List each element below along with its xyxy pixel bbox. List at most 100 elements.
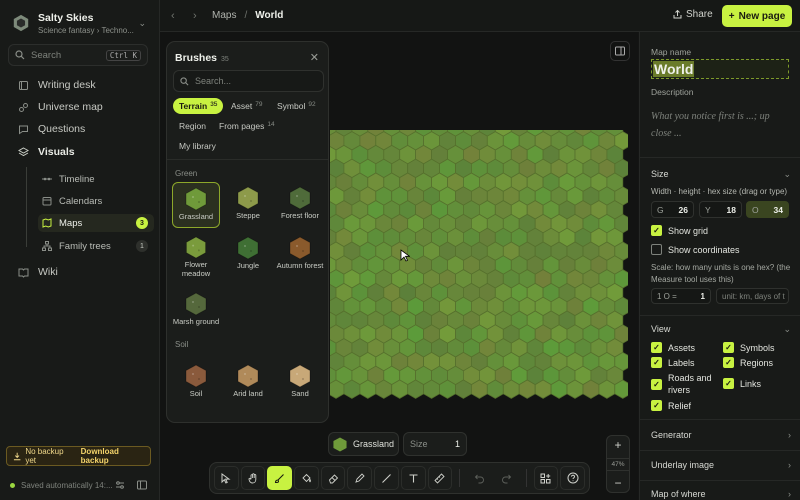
tab-region[interactable]: Region [173, 118, 212, 134]
pen-tool-button[interactable] [347, 466, 373, 490]
brush-tool-button[interactable] [267, 466, 293, 490]
show-coordinates-checkbox[interactable]: Show coordinates [651, 244, 740, 255]
labels-checkbox[interactable]: ✓ Labels [651, 357, 695, 368]
show-grid-checkbox[interactable]: ✓ Show grid [651, 225, 708, 236]
map-of-where-section-header[interactable]: Map of where › [651, 489, 791, 499]
sidebar-item-universe-map[interactable]: Universe map [8, 97, 154, 117]
height-input[interactable]: Y 18 [699, 201, 742, 218]
links-checkbox[interactable]: ✓ Links [723, 378, 761, 389]
roads-rivers-checkbox[interactable]: ✓ Roads and rivers [651, 372, 721, 396]
breadcrumb-current: World [255, 10, 284, 21]
breadcrumb-maps[interactable]: Maps [212, 10, 236, 21]
download-backup-link[interactable]: Download backup [81, 447, 144, 465]
hex-map[interactable] [330, 130, 628, 406]
assets-label: Assets [668, 342, 696, 353]
brush-tile-flower-meadow[interactable]: Flower meadow [172, 232, 220, 278]
line-tool-button[interactable] [374, 466, 399, 490]
brush-tile-autumn-forest[interactable]: Autumn forest [276, 232, 324, 278]
zoom-out-button[interactable]: − [614, 477, 621, 489]
brush-tile-label: Flower meadow [181, 260, 211, 278]
hex-cell[interactable] [518, 379, 536, 399]
current-brush[interactable]: Grassland [328, 432, 399, 456]
map-name-field[interactable]: World [651, 59, 789, 79]
view-section-header[interactable]: View ⌄ [651, 324, 791, 335]
brush-tile-jungle[interactable]: Jungle [224, 232, 272, 278]
tab-from-pages[interactable]: From pages 14 [213, 118, 281, 134]
hex-cell[interactable] [343, 379, 361, 399]
unit-input[interactable]: unit: km, days of t [716, 288, 789, 304]
description-field[interactable]: What you notice first is ...; up close .… [651, 108, 791, 142]
width-value: 26 [678, 204, 688, 215]
assets-checkbox[interactable]: ✓ Assets [651, 342, 695, 353]
line-icon [382, 473, 391, 483]
sidebar-item-visuals[interactable]: Visuals [8, 142, 154, 162]
hex-cell[interactable] [486, 379, 504, 399]
redo-button[interactable] [494, 466, 519, 490]
symbols-checkbox[interactable]: ✓ Symbols [723, 342, 775, 353]
collapse-sidebar-icon[interactable] [137, 480, 147, 490]
toolbar-divider [459, 469, 461, 487]
scale-input[interactable]: 1 O = 1 [651, 288, 711, 304]
regions-checkbox[interactable]: ✓ Regions [723, 357, 773, 368]
sidebar-item-calendars[interactable]: Calendars [38, 192, 154, 210]
close-icon[interactable]: ✕ [310, 51, 319, 64]
relief-checkbox[interactable]: ✓ Relief [651, 400, 691, 411]
check-icon: ✓ [723, 342, 734, 353]
hex-size-input[interactable]: O 34 [746, 201, 789, 218]
sidebar-item-maps[interactable]: Maps 3 [38, 214, 154, 232]
tab-symbol[interactable]: Symbol 92 [271, 98, 322, 114]
zoom-in-button[interactable]: + [614, 439, 621, 451]
help-button[interactable] [560, 466, 585, 490]
undo-button[interactable] [467, 466, 492, 490]
pan-tool-button[interactable] [240, 466, 266, 490]
forward-arrow-icon[interactable]: › [193, 10, 197, 22]
map-icon [42, 218, 54, 228]
brush-tile-sand[interactable]: Sand [276, 360, 324, 406]
brush-tile-forest-floor[interactable]: Forest floor [276, 182, 324, 228]
brush-tile-marsh-ground[interactable]: Marsh ground [172, 288, 220, 334]
add-widget-button[interactable] [533, 466, 559, 490]
tab-terrain[interactable]: Terrain 35 [173, 98, 224, 114]
workspace-switcher[interactable]: Salty Skies Science fantasy › Techno... … [8, 8, 150, 38]
hex-cell[interactable] [391, 379, 409, 399]
tab-asset[interactable]: Asset 79 [225, 98, 269, 114]
grid-plus-icon [540, 473, 551, 483]
search-placeholder: Search [31, 49, 62, 61]
plus-icon: + [728, 10, 735, 22]
sliders-icon[interactable] [115, 480, 125, 490]
generator-section-header[interactable]: Generator › [651, 430, 791, 440]
size-section-header[interactable]: Size ⌄ [651, 169, 791, 180]
sidebar-item-questions[interactable]: Questions [8, 119, 154, 139]
sidebar-item-writing-desk[interactable]: Writing desk [8, 75, 154, 95]
fill-tool-button[interactable] [294, 466, 319, 490]
sidebar-search[interactable]: Search Ctrl K [8, 44, 148, 66]
back-arrow-icon[interactable]: ‹ [171, 10, 175, 22]
sidebar-footer-icons [115, 480, 147, 490]
hex-cell[interactable] [566, 379, 584, 399]
brush-tile-steppe[interactable]: Steppe [224, 182, 272, 228]
brush-tile-grassland[interactable]: Grassland [172, 182, 220, 228]
chevron-right-icon: › [788, 460, 791, 470]
brush-search-input[interactable]: Search... [173, 70, 324, 92]
text-tool-button[interactable] [400, 466, 426, 490]
sidebar-item-family-trees[interactable]: Family trees 1 [38, 237, 154, 255]
measure-tool-button[interactable] [427, 466, 453, 490]
eraser-tool-button[interactable] [320, 466, 346, 490]
sidebar-item-timeline[interactable]: Timeline [38, 170, 154, 188]
sidebar-item-wiki[interactable]: Wiki [8, 262, 154, 282]
hex-cell[interactable] [439, 379, 456, 399]
sidebar-item-label: Calendars [59, 195, 103, 207]
select-tool-button[interactable] [214, 466, 239, 490]
toggle-right-panel-button[interactable] [610, 41, 630, 61]
brush-tile-arid-land[interactable]: Arid land [224, 360, 272, 406]
brush-size-input[interactable]: Size 1 [403, 432, 467, 456]
brush-tile-soil[interactable]: Soil [172, 360, 220, 406]
share-button[interactable]: Share [673, 9, 713, 20]
tab-my-library[interactable]: My library [173, 138, 222, 154]
sidebar-panel-icon [615, 46, 625, 56]
underlay-section-header[interactable]: Underlay image › [651, 460, 791, 470]
new-page-button[interactable]: + New page [722, 5, 792, 27]
width-input[interactable]: G 26 [651, 201, 694, 218]
tab-count: 14 [267, 121, 275, 128]
hex-grid[interactable] [330, 130, 628, 406]
